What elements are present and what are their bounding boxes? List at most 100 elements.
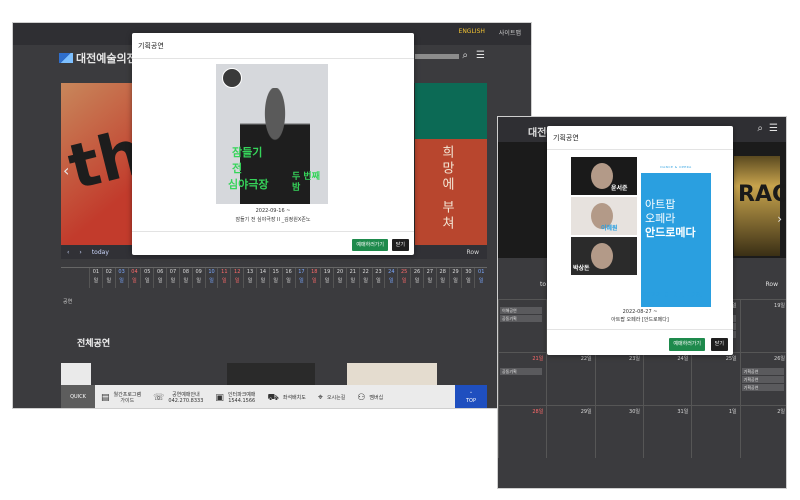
calendar-day[interactable]: 19 일 <box>320 268 333 288</box>
calendar-day[interactable]: 10 일 <box>204 268 218 288</box>
calendar-day-number: 19 <box>323 269 331 275</box>
calendar-day[interactable]: 15 일 <box>268 268 282 288</box>
calendar-event[interactable]: 공동기획 <box>500 368 543 375</box>
quick-item-booking-info[interactable]: ☏ 공연예매안내 042.270.8333 <box>147 392 209 404</box>
english-link[interactable]: ENGLISH <box>459 28 485 37</box>
book-button[interactable]: 예매하러가기 <box>669 338 705 351</box>
calendar-day[interactable]: 13 일 <box>243 268 256 288</box>
calendar-day-weekday: 일 <box>170 278 176 284</box>
today-button[interactable]: today <box>92 249 109 256</box>
calendar-cell[interactable]: 22일 <box>546 352 595 405</box>
view-toggle[interactable]: Row <box>766 281 778 288</box>
calendar-day-number: 08 <box>182 269 190 275</box>
calendar-cell[interactable]: 28일 <box>498 405 547 458</box>
calendar-date: 2일 <box>777 409 785 415</box>
calendar-day[interactable]: 02 일 <box>101 268 115 288</box>
calendar-event[interactable]: 기획공연 <box>741 384 784 391</box>
calendar-day[interactable]: 16 일 <box>281 268 295 288</box>
calendar-day[interactable]: 12 일 <box>230 268 243 288</box>
calendar-cell[interactable]: 2일 <box>739 405 786 458</box>
calendar-cell[interactable]: 24일 <box>643 352 692 405</box>
calendar-day-number: 10 <box>208 269 215 275</box>
close-button[interactable]: 닫기 <box>391 239 409 251</box>
calendar-day-weekday: 일 <box>196 278 201 284</box>
calendar-day-number: 07 <box>169 269 177 275</box>
calendar-prev-button[interactable]: ‹ <box>67 249 69 256</box>
hero-green-block <box>415 83 487 139</box>
calendar-day[interactable]: 06 일 <box>153 268 166 288</box>
poster-header: DANCE & OPERA <box>660 165 692 169</box>
carousel-next-icon[interactable]: › <box>777 212 782 226</box>
users-icon: ⚇ <box>357 392 366 403</box>
calendar-day[interactable]: 03 일 <box>114 268 128 288</box>
close-button[interactable]: 닫기 <box>710 338 728 351</box>
calendar-next-button[interactable]: › <box>79 249 81 256</box>
top-button[interactable]: ˄ TOP <box>455 385 487 408</box>
calendar-day[interactable]: 07 일 <box>166 268 179 288</box>
calendar-day[interactable]: 23 일 <box>371 268 385 288</box>
book-button[interactable]: 예매하러가기 <box>352 239 388 251</box>
calendar-day[interactable]: 27 일 <box>422 268 436 288</box>
search-icon[interactable]: ⌕ <box>462 50 468 61</box>
calendar-day-weekday: 일 <box>311 278 317 284</box>
performer-face <box>591 163 613 189</box>
calendar-day[interactable]: 08 일 <box>178 268 192 288</box>
poster-text: 잠들기 <box>232 146 263 159</box>
calendar-day-weekday: 일 <box>414 278 420 284</box>
calendar-day[interactable]: 24 일 <box>384 268 397 288</box>
calendar-day[interactable]: 29 일 <box>448 268 462 288</box>
calendar-day[interactable]: 04 일 <box>127 268 141 288</box>
performance-poster: 윤서준 이혜원 박상돈 DANCE & OPERA 아트팝 오페라 안드로메다 … <box>571 157 711 307</box>
calendar-day-weekday: 일 <box>144 278 150 284</box>
carousel-prev-icon[interactable]: ‹ <box>63 161 69 180</box>
calendar-event[interactable]: 기획공연 <box>741 376 784 383</box>
performer-name: 이혜원 <box>601 225 618 232</box>
performance-modal-right: 기획공연 윤서준 이혜원 박상돈 DANCE & OPERA 아트팝 오페라 안… <box>547 126 733 355</box>
hamburger-icon[interactable]: ☰ <box>769 123 778 134</box>
calendar-day[interactable]: 05 일 <box>140 268 153 288</box>
calendar-day[interactable]: 28 일 <box>435 268 449 288</box>
calendar-cell[interactable]: 19일 <box>739 299 786 352</box>
quick-item-membership[interactable]: ⚇ 멤버십 <box>351 392 389 403</box>
calendar-cell[interactable]: 31일 <box>643 405 692 458</box>
calendar-day[interactable]: 21 일 <box>345 268 359 288</box>
quick-item-directions[interactable]: ⌖ 오시는길 <box>312 393 351 402</box>
calendar-day[interactable]: 01 일 <box>89 268 102 288</box>
calendar-day[interactable]: 11 일 <box>217 268 230 288</box>
calendar-day[interactable]: 09 일 <box>191 268 205 288</box>
calendar-day[interactable]: 22 일 <box>358 268 372 288</box>
calendar-event[interactable]: 공동기획 <box>500 315 543 322</box>
calendar-cell[interactable]: 25일 <box>691 352 740 405</box>
sitemap-link[interactable]: 사이트맵 <box>499 28 521 37</box>
poster-text: 심야극장 <box>228 178 269 191</box>
search-field[interactable] <box>415 54 459 59</box>
calendar-cell[interactable]: 29일 <box>546 405 595 458</box>
calendar-cell[interactable]: 1일 <box>691 405 740 458</box>
calendar-row-label: 공연 <box>63 299 73 305</box>
view-toggle[interactable]: Row <box>467 249 479 256</box>
calendar-day[interactable]: 20 일 <box>333 268 346 288</box>
quick-item-interpark[interactable]: ▣ 인터파크예매 1544.1566 <box>209 392 261 404</box>
hero-slide-right: 희망에 부쳐 <box>415 83 487 259</box>
hamburger-icon[interactable]: ☰ <box>476 50 485 61</box>
search-icon[interactable]: ⌕ <box>757 123 763 134</box>
calendar-day[interactable]: 01 일 <box>474 268 487 288</box>
calendar-event[interactable]: 이해공연 <box>500 307 543 314</box>
quick-item-seating[interactable]: ⛟ 좌석배치도 <box>262 393 312 402</box>
today-button[interactable]: to <box>540 281 546 288</box>
quick-button[interactable]: QUICK <box>61 385 95 408</box>
quick-item-label: 오시는길 <box>326 394 346 401</box>
calendar-day[interactable]: 26 일 <box>410 268 423 288</box>
calendar-day[interactable]: 25 일 <box>397 268 410 288</box>
calendar-cell[interactable]: 23일 <box>594 352 643 405</box>
quick-item-program-guide[interactable]: ▤ 월간프로그램 가이드 <box>95 392 147 404</box>
calendar-day[interactable]: 30 일 <box>461 268 474 288</box>
calendar-cell[interactable]: 21일 <box>498 352 547 405</box>
calendar-day-number: 25 <box>400 269 408 275</box>
calendar-day[interactable]: 18 일 <box>307 268 320 288</box>
calendar-day[interactable]: 14 일 <box>255 268 269 288</box>
calendar-day[interactable]: 17 일 <box>294 268 308 288</box>
section-title: 전체공연 <box>77 339 111 349</box>
calendar-cell[interactable]: 30일 <box>594 405 643 458</box>
calendar-event[interactable]: 기획공연 <box>741 368 784 375</box>
